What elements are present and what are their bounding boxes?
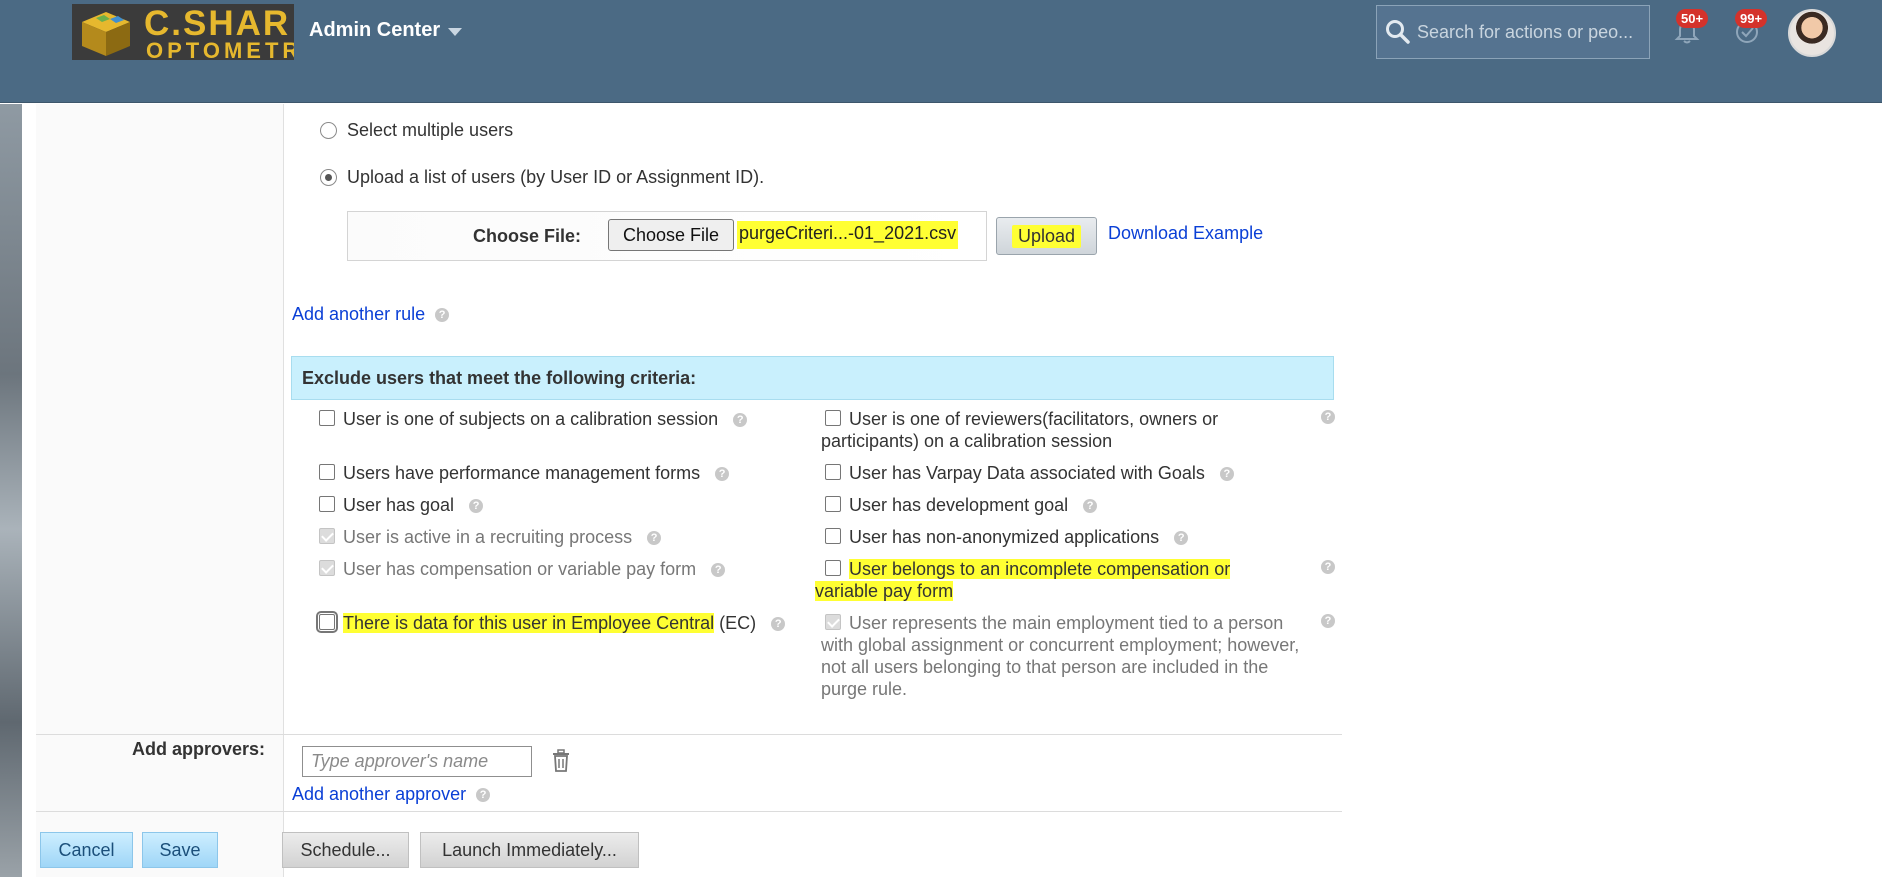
background-edge	[0, 104, 22, 877]
help-icon[interactable]: ?	[435, 307, 450, 322]
checkbox	[319, 560, 335, 576]
form-label-column	[36, 104, 284, 877]
selected-file-name: purgeCriteri...-01_2021.csv	[737, 221, 959, 249]
criterion-label: User has goal	[343, 495, 455, 515]
radio-label: Select multiple users	[347, 120, 514, 140]
criterion-label-suffix: (EC)	[714, 613, 757, 633]
company-logo[interactable]: C.SHAR OPTOMETR	[72, 4, 294, 60]
checkbox[interactable]	[319, 496, 335, 512]
save-button[interactable]: Save	[142, 832, 218, 868]
top-header: C.SHAR OPTOMETR Admin Center 50+ 99+	[0, 0, 1882, 103]
choose-file-label: Choose File:	[473, 226, 582, 246]
chevron-down-icon	[448, 28, 463, 36]
help-icon[interactable]: ?	[733, 413, 748, 428]
criterion-label: User is one of reviewers(facilitators, o…	[821, 409, 1219, 451]
exclude-criteria-heading: Exclude users that meet the following cr…	[291, 356, 1334, 400]
trash-icon[interactable]	[550, 749, 572, 773]
help-icon[interactable]: ?	[1083, 499, 1098, 514]
criterion-varpay-goals[interactable]: User has Varpay Data associated with Goa…	[825, 462, 1234, 484]
app-title: Admin Center	[309, 19, 441, 41]
criterion-employee-central-data[interactable]: There is data for this user in Employee …	[316, 611, 786, 634]
checkbox	[319, 528, 335, 544]
criterion-label: User has Varpay Data associated with Goa…	[849, 463, 1205, 483]
checkbox[interactable]	[825, 496, 841, 512]
approver-name-input[interactable]	[302, 746, 532, 777]
todo-badge: 99+	[1735, 9, 1768, 28]
checkbox[interactable]	[825, 528, 841, 544]
cancel-button[interactable]: Cancel	[40, 832, 133, 868]
cube-logo-icon	[82, 12, 130, 56]
criterion-has-goal[interactable]: User has goal ?	[319, 494, 484, 516]
criterion-label: User is one of subjects on a calibration…	[343, 409, 719, 429]
divider	[36, 811, 1342, 812]
file-upload-box: Choose File: Choose File purgeCriteri...…	[347, 211, 987, 261]
add-rule-row: Add another rule ?	[292, 304, 450, 325]
help-icon[interactable]: ?	[1174, 531, 1189, 546]
help-icon[interactable]: ?	[1219, 467, 1234, 482]
criterion-compensation-form: User has compensation or variable pay fo…	[319, 558, 726, 580]
help-icon[interactable]: ?	[711, 563, 726, 578]
checkbox[interactable]	[319, 464, 335, 480]
criterion-label: User has development goal	[849, 495, 1069, 515]
help-icon[interactable]: ?	[469, 499, 484, 514]
radio-upload-user-list[interactable]: Upload a list of users (by User ID or As…	[320, 167, 764, 188]
add-approver-row: Add another approver ?	[292, 784, 491, 805]
criterion-recruiting-process: User is active in a recruiting process ?	[319, 526, 662, 548]
help-icon[interactable]: ?	[771, 617, 786, 632]
criterion-calibration-reviewer[interactable]: User is one of reviewers(facilitators, o…	[821, 408, 1321, 452]
launch-immediately-button[interactable]: Launch Immediately...	[420, 832, 639, 868]
add-another-approver-link[interactable]: Add another approver	[292, 784, 466, 805]
upload-button[interactable]: Upload	[996, 217, 1097, 255]
schedule-button[interactable]: Schedule...	[282, 832, 409, 868]
criterion-label: Users have performance management forms	[343, 463, 701, 483]
radio-select-multiple-users[interactable]: Select multiple users	[320, 120, 513, 141]
criterion-label-highlighted: There is data for this user in Employee …	[343, 613, 715, 633]
criterion-label: User has non-anonymized applications	[849, 527, 1160, 547]
checkbox	[825, 614, 841, 630]
help-icon[interactable]: ?	[1321, 560, 1335, 574]
upload-button-label: Upload	[1011, 224, 1082, 248]
criterion-main-employment: User represents the main employment tied…	[821, 612, 1319, 700]
radio-button[interactable]	[320, 122, 337, 139]
add-approvers-label: Add approvers:	[132, 739, 266, 759]
help-icon[interactable]: ?	[715, 467, 730, 482]
checkbox[interactable]	[825, 464, 841, 480]
radio-label: Upload a list of users (by User ID or As…	[347, 167, 765, 187]
user-avatar[interactable]	[1788, 9, 1836, 57]
criterion-performance-forms[interactable]: Users have performance management forms …	[319, 462, 730, 484]
criterion-development-goal[interactable]: User has development goal ?	[825, 494, 1098, 516]
checkbox[interactable]	[825, 560, 841, 576]
help-icon[interactable]: ?	[476, 787, 491, 802]
criterion-calibration-subject[interactable]: User is one of subjects on a calibration…	[319, 408, 748, 430]
logo-text-line2: OPTOMETR	[146, 38, 294, 60]
download-example-link[interactable]: Download Example	[1108, 223, 1263, 244]
global-search[interactable]	[1376, 5, 1650, 59]
notifications-badge: 50+	[1676, 9, 1709, 28]
help-icon[interactable]: ?	[1321, 410, 1335, 424]
add-another-rule-link[interactable]: Add another rule	[292, 304, 425, 325]
criterion-label: User has compensation or variable pay fo…	[343, 559, 697, 579]
checkbox[interactable]	[825, 410, 841, 426]
checkbox[interactable]	[316, 611, 338, 633]
divider	[36, 734, 1342, 735]
search-input[interactable]	[1417, 21, 1649, 43]
help-icon[interactable]: ?	[647, 531, 662, 546]
help-icon[interactable]: ?	[1321, 614, 1335, 628]
choose-file-button[interactable]: Choose File	[608, 219, 734, 251]
criterion-incomplete-compensation[interactable]: User belongs to an incomplete compensati…	[815, 558, 1285, 602]
criterion-label: User is active in a recruiting process	[343, 527, 633, 547]
radio-button[interactable]	[320, 169, 337, 186]
checkbox[interactable]	[319, 410, 335, 426]
criterion-non-anonymized-applications[interactable]: User has non-anonymized applications ?	[825, 526, 1189, 548]
criterion-label: User represents the main employment tied…	[821, 613, 1300, 699]
admin-center-menu[interactable]: Admin Center	[309, 19, 463, 42]
criterion-label-highlighted: User belongs to an incomplete compensati…	[815, 559, 1231, 601]
search-icon	[1386, 20, 1410, 44]
